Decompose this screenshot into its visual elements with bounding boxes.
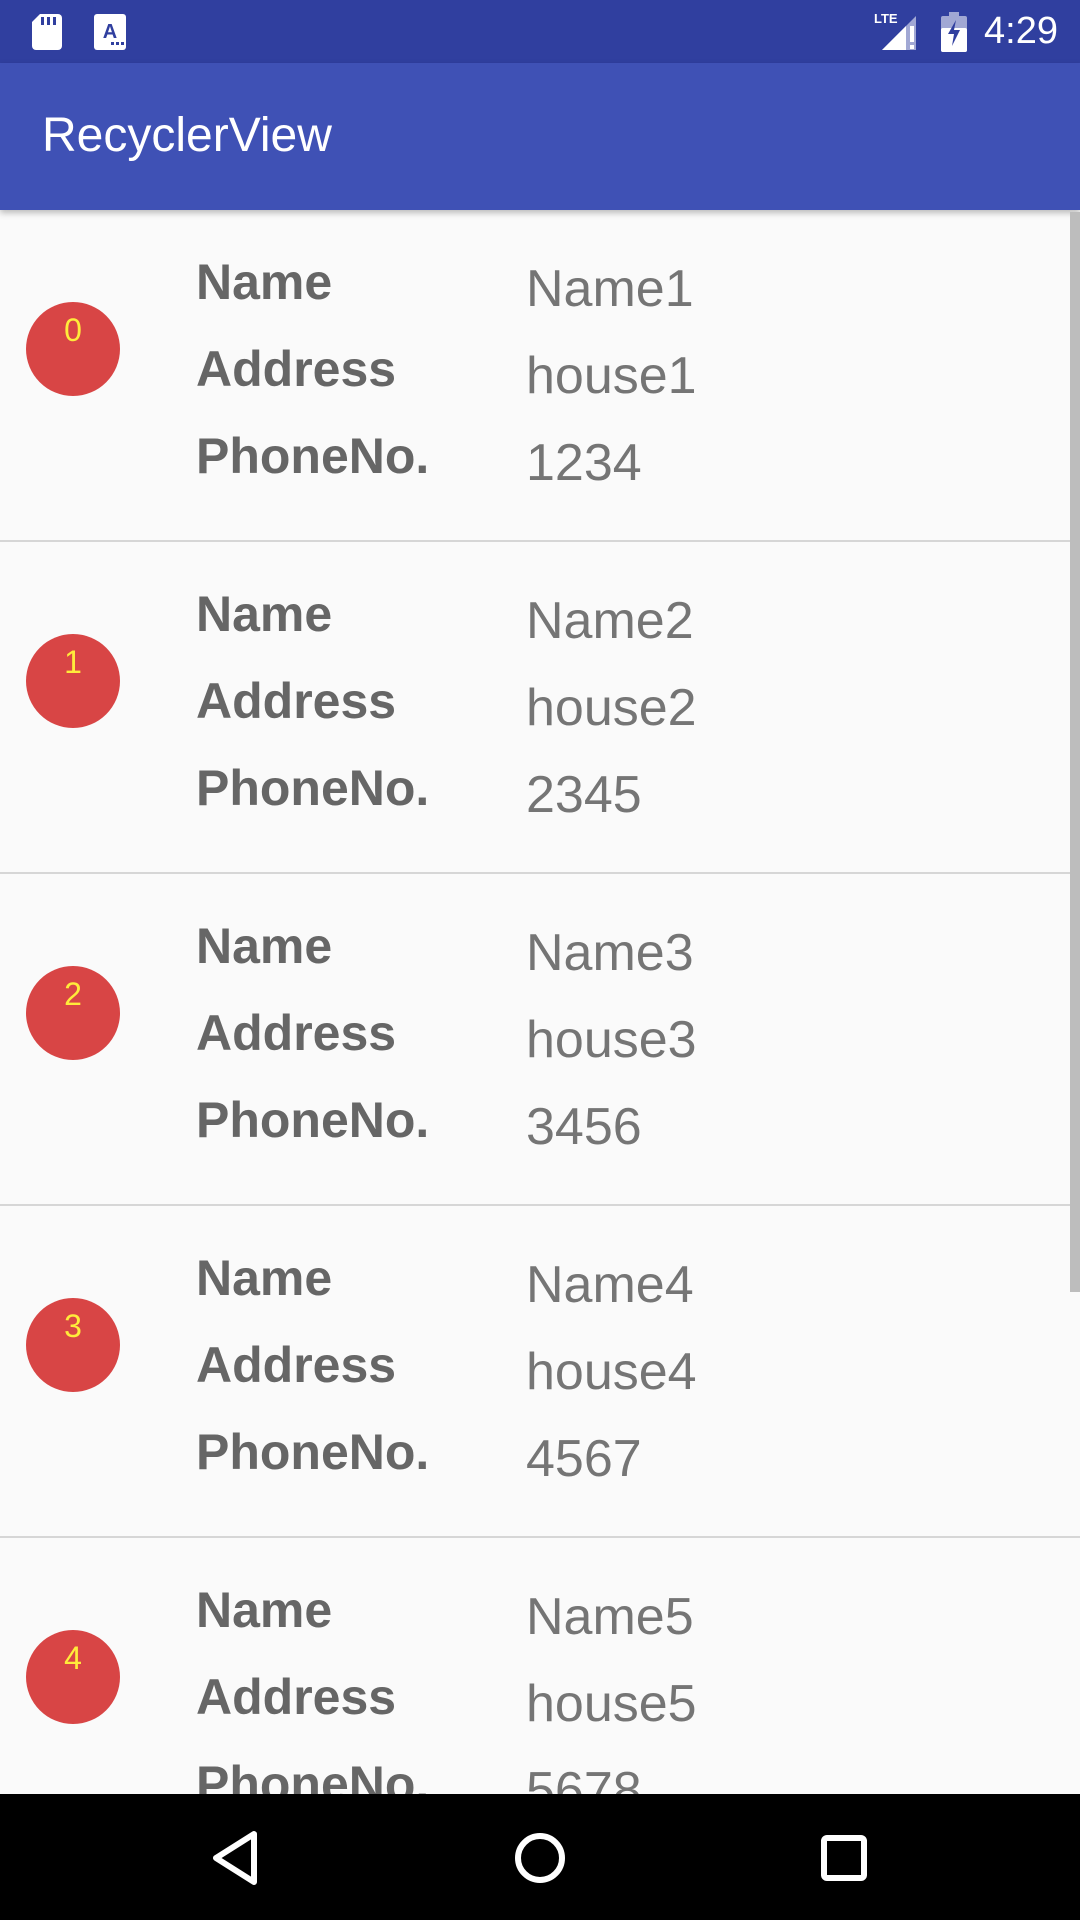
item-index: 1 [64,644,82,680]
phone-value: 3456 [526,1098,642,1156]
phone-label: PhoneNo. [196,428,430,484]
phone-value: 5678 [526,1762,642,1794]
app-bar: RecyclerView [0,63,1080,210]
phone-label: PhoneNo. [196,1756,430,1794]
svg-text:LTE: LTE [874,11,898,26]
list-item[interactable]: 3 Name Address PhoneNo. Name4 house4 456… [0,1206,1080,1538]
address-label: Address [196,1005,397,1061]
address-value: house4 [526,1343,697,1401]
list-item[interactable]: 0 Name Address PhoneNo. Name1 house1 123… [0,210,1080,542]
item-index: 0 [64,312,82,348]
avatar: 1 [26,634,120,728]
item-index: 2 [64,976,82,1012]
address-value: house5 [526,1675,697,1733]
list-item[interactable]: 4 Name Address PhoneNo. Name5 house5 567… [0,1538,1080,1794]
avatar: 0 [26,302,120,396]
address-label: Address [196,673,397,729]
name-value: Name2 [526,592,694,650]
name-label: Name [196,1582,333,1638]
home-icon[interactable] [498,1816,582,1900]
phone-label: PhoneNo. [196,760,430,816]
app-title: RecyclerView [42,109,332,162]
name-value: Name4 [526,1256,694,1314]
recents-icon[interactable] [802,1816,886,1900]
name-label: Name [196,918,333,974]
screen: A LTE 4:29 RecyclerView 0 Name Address P… [0,0,1080,1920]
back-icon[interactable] [194,1816,278,1900]
lte-signal-icon: LTE [874,11,916,50]
status-clock: 4:29 [984,10,1058,52]
sd-card-icon [32,14,62,50]
name-label: Name [196,586,333,642]
avatar: 2 [26,966,120,1060]
name-value: Name5 [526,1588,694,1646]
avatar: 4 [26,1630,120,1724]
name-label: Name [196,1250,333,1306]
name-value: Name3 [526,924,694,982]
phone-value: 4567 [526,1430,642,1488]
address-value: house2 [526,679,697,737]
item-index: 3 [64,1308,82,1344]
name-value: Name1 [526,260,694,318]
text-a-icon: A [94,14,126,50]
list-item[interactable]: 1 Name Address PhoneNo. Name2 house2 234… [0,542,1080,874]
name-label: Name [196,254,333,310]
scrollbar[interactable] [1070,212,1080,1292]
phone-label: PhoneNo. [196,1092,430,1148]
phone-value: 1234 [526,434,642,492]
recycler-list[interactable]: 0 Name Address PhoneNo. Name1 house1 123… [0,210,1080,1794]
avatar: 3 [26,1298,120,1392]
item-index: 4 [64,1640,82,1676]
status-bar: A LTE 4:29 [0,0,1080,63]
battery-charging-icon [941,12,967,52]
address-value: house3 [526,1011,697,1069]
list-item[interactable]: 2 Name Address PhoneNo. Name3 house3 345… [0,874,1080,1206]
svg-text:A: A [103,21,117,43]
phone-label: PhoneNo. [196,1424,430,1480]
navigation-bar [0,1794,1080,1920]
address-value: house1 [526,347,697,405]
phone-value: 2345 [526,766,642,824]
address-label: Address [196,341,397,397]
address-label: Address [196,1337,397,1393]
address-label: Address [196,1669,397,1725]
